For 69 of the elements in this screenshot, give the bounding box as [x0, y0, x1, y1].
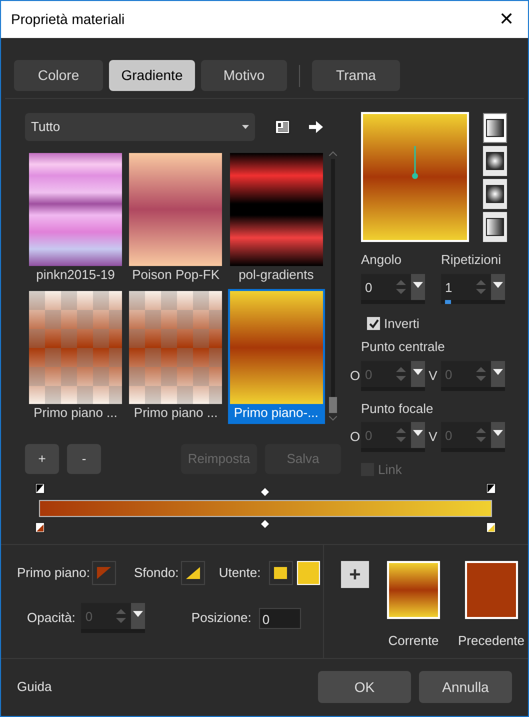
- gradient-preset[interactable]: Poison Pop-FK: [127, 151, 224, 286]
- close-button[interactable]: ✕: [495, 6, 518, 33]
- gradient-style-button[interactable]: [483, 179, 507, 209]
- gradient-style-button[interactable]: [483, 146, 507, 176]
- preset-button[interactable]: -: [67, 444, 101, 474]
- checkbox[interactable]: [367, 316, 380, 330]
- gradient-preset[interactable]: pol-gradients: [228, 151, 325, 286]
- color-stop-icon: [35, 522, 45, 533]
- section-label: Punto focale: [361, 400, 434, 418]
- add-swatch-button[interactable]: +: [341, 561, 369, 588]
- opacity-label: Opacità:: [27, 609, 76, 628]
- current-gradient-swatch: [387, 561, 440, 619]
- angle-label: Angolo: [361, 251, 402, 269]
- spin-field[interactable]: 0: [361, 274, 425, 304]
- color-stop-icon: [486, 522, 496, 533]
- scrollbar[interactable]: [328, 151, 338, 421]
- midpoint-marker: [261, 488, 269, 496]
- transparency-stop-icon: [486, 483, 496, 494]
- tab[interactable]: Colore: [14, 60, 103, 91]
- gradient-style-button[interactable]: [483, 212, 507, 242]
- foreground-label: Primo piano:: [17, 564, 90, 582]
- help-link[interactable]: Guida: [17, 677, 52, 697]
- user-swatch[interactable]: [268, 561, 293, 585]
- cancel-button[interactable]: Annulla: [419, 671, 512, 703]
- scroll-down-icon[interactable]: [329, 416, 337, 421]
- axis-label: O: [350, 366, 361, 385]
- scroll-up-icon[interactable]: [329, 151, 337, 156]
- user-label: Utente:: [218, 564, 261, 582]
- axis-label: V: [428, 428, 438, 446]
- category-dropdown[interactable]: Tutto: [25, 113, 255, 141]
- midpoint-marker: [261, 520, 269, 528]
- background-swatch[interactable]: [180, 561, 205, 585]
- scroll-thumb[interactable]: [329, 397, 337, 413]
- transparency-stop-icon: [35, 483, 45, 494]
- gradient-style-icon: [486, 185, 504, 203]
- axis-label: V: [428, 366, 438, 385]
- repeats-label: Ripetizioni: [441, 251, 502, 269]
- section-label: Punto centrale: [361, 338, 446, 356]
- tab[interactable]: Trama: [312, 60, 400, 91]
- caret-icon: [242, 125, 249, 129]
- gradient-preset[interactable]: pinkn2015-19: [27, 151, 124, 286]
- tab[interactable]: Motivo: [201, 60, 287, 91]
- ok-button[interactable]: OK: [318, 671, 411, 703]
- gradient-style-icon: [486, 218, 504, 236]
- gradient-preview[interactable]: [361, 112, 469, 242]
- checkbox-label: Inverti: [384, 314, 420, 332]
- color-swatch[interactable]: [296, 561, 320, 585]
- previous-color-swatch: [464, 561, 518, 619]
- window-title: Proprietà materiali: [11, 10, 125, 29]
- gradient-style-button[interactable]: [483, 113, 507, 143]
- gradient-style-icon: [486, 119, 504, 137]
- current-label: Corrente: [388, 632, 439, 650]
- checkbox-label: Link: [378, 461, 402, 479]
- direction-handle[interactable]: [412, 146, 418, 179]
- arrow-right-icon[interactable]: [309, 121, 323, 133]
- gradient-preset[interactable]: Primo piano ...: [27, 289, 124, 424]
- axis-label: O: [350, 428, 361, 446]
- tab[interactable]: Gradiente: [109, 60, 195, 91]
- gradient-style-icon: [486, 152, 504, 170]
- background-label: Sfondo:: [134, 564, 179, 582]
- foreground-swatch[interactable]: [92, 561, 116, 585]
- gradient-preset[interactable]: Primo piano ...: [127, 289, 224, 424]
- list-view-icon[interactable]: [275, 120, 290, 134]
- position-field[interactable]: 0: [259, 608, 302, 628]
- position-label: Posizione:: [191, 609, 252, 628]
- preset-button[interactable]: +: [25, 444, 59, 474]
- spin-field[interactable]: 1: [441, 274, 505, 304]
- previous-label: Precedente: [458, 632, 524, 650]
- gradient-preset[interactable]: Primo piano-...: [228, 289, 325, 424]
